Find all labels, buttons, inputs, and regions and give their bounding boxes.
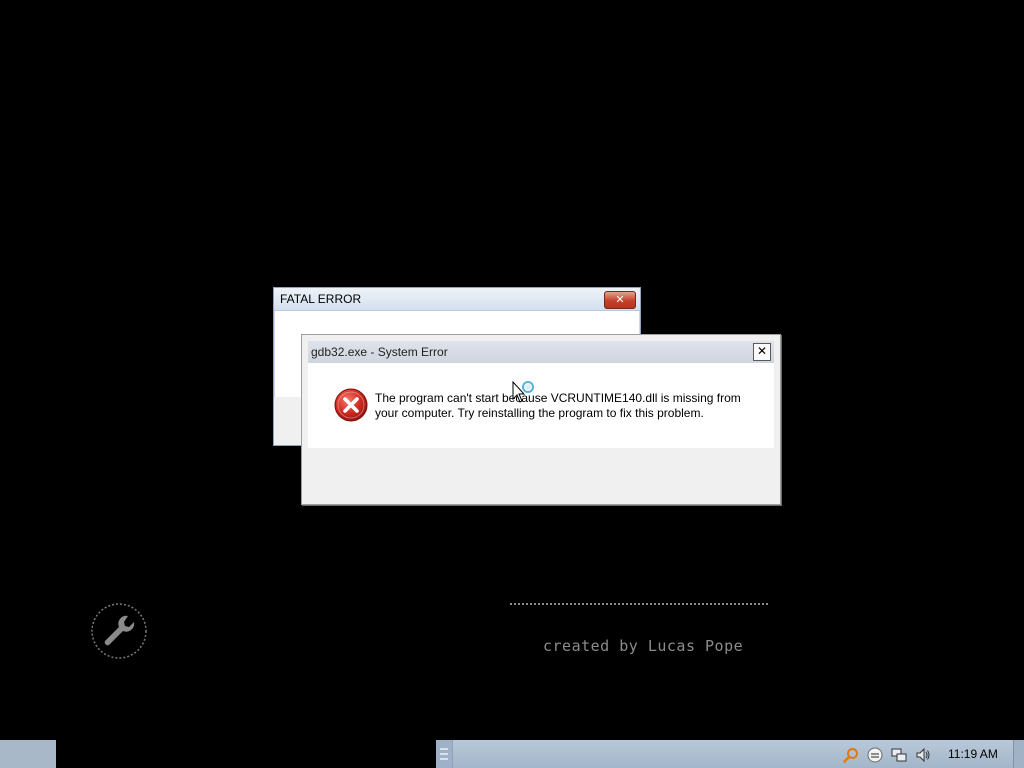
chat-icon[interactable] [867, 747, 883, 763]
error-message: The program can't start because VCRUNTIM… [375, 391, 741, 420]
busy-cursor-icon [512, 381, 534, 403]
credit-text: created by Lucas Pope [543, 637, 744, 655]
system-error-close-button[interactable]: ✕ [753, 343, 771, 361]
wrench-icon[interactable] [90, 602, 148, 660]
start-button[interactable] [0, 740, 56, 768]
taskbar-panel [436, 740, 1024, 768]
fatal-error-title: FATAL ERROR [280, 292, 362, 306]
fatal-error-close-button[interactable]: ✕ [604, 291, 636, 309]
system-error-content: The program can't start because VCRUNTIM… [308, 363, 774, 448]
divider [510, 603, 768, 605]
clock[interactable]: 11:19 AM [948, 747, 998, 761]
system-error-title: gdb32.exe - System Error [311, 345, 448, 359]
fatal-error-titlebar[interactable]: FATAL ERROR ✕ [274, 288, 640, 311]
taskbar-grip[interactable] [436, 740, 453, 768]
network-icon[interactable] [891, 747, 907, 763]
system-error-dialog[interactable]: gdb32.exe - System Error ✕ The program c… [301, 334, 781, 505]
search-icon[interactable] [843, 747, 859, 763]
volume-icon[interactable] [915, 747, 931, 763]
system-error-titlebar[interactable]: gdb32.exe - System Error ✕ [308, 341, 774, 363]
close-icon: ✕ [756, 344, 768, 358]
taskbar: 11:19 AM [0, 738, 1024, 768]
desktop: FATAL ERROR ✕ gdb32.exe - System Error ✕ [0, 0, 1024, 738]
show-desktop-button[interactable] [1013, 740, 1024, 768]
close-icon: ✕ [615, 293, 625, 306]
error-icon [334, 388, 368, 422]
